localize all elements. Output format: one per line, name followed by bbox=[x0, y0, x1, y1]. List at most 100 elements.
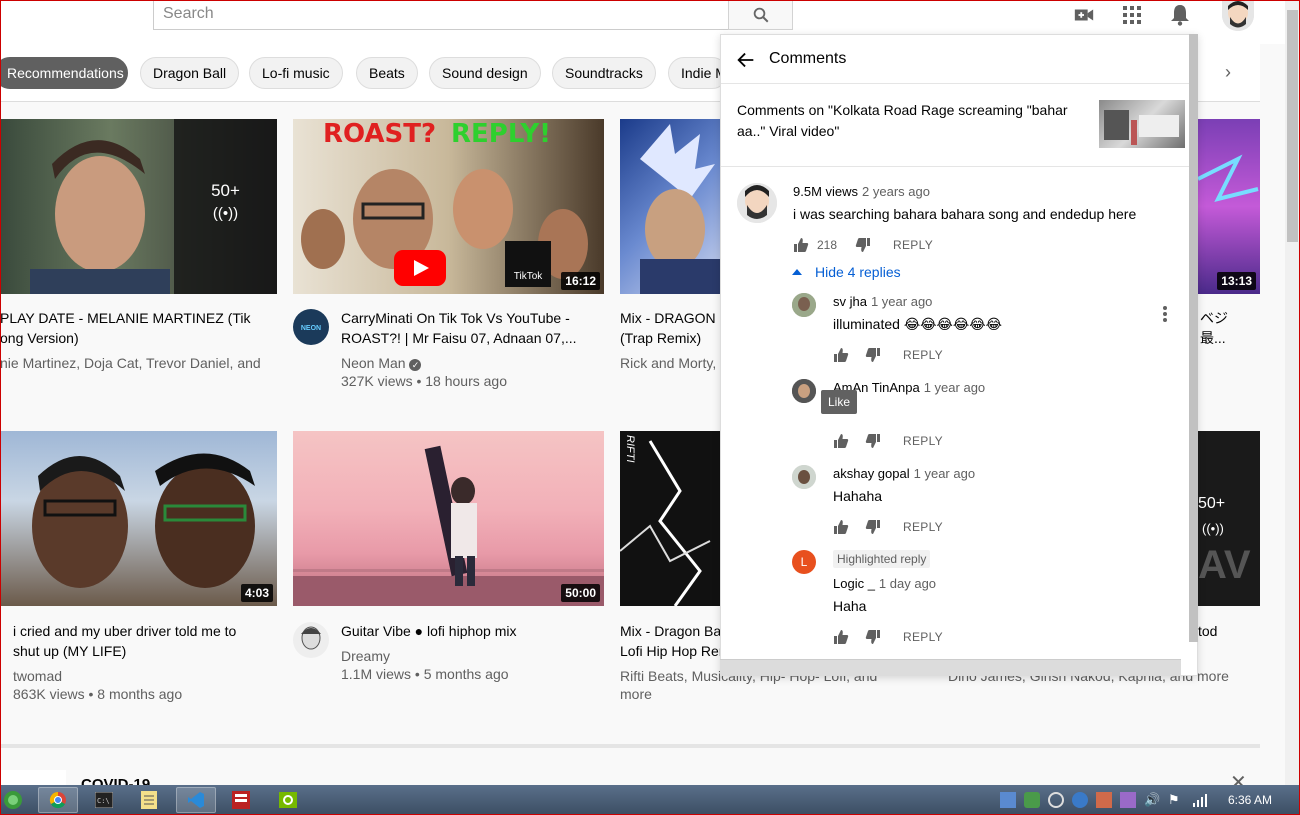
taskbar-notepad-icon[interactable] bbox=[129, 787, 169, 813]
account-avatar[interactable] bbox=[1222, 0, 1254, 31]
video-thumbnail[interactable]: ROAST? REPLY! TikTok 16:12 bbox=[293, 119, 604, 294]
chip-recommendations[interactable]: Recommendations bbox=[0, 57, 128, 89]
thumbs-down-icon[interactable] bbox=[865, 519, 881, 535]
action-center-flag-icon[interactable]: ⚑ bbox=[1168, 792, 1184, 808]
thumbnail-text-roast: ROAST? bbox=[323, 119, 437, 149]
search-button[interactable] bbox=[728, 0, 793, 30]
page-scrollbar[interactable] bbox=[1285, 0, 1300, 785]
volume-icon[interactable]: 🔊 bbox=[1144, 792, 1160, 808]
reply-time[interactable]: 1 year ago bbox=[924, 380, 985, 395]
reply-button[interactable]: REPLY bbox=[903, 520, 943, 534]
video-title[interactable]: Mix - DRAGON B (Trap Remix) bbox=[620, 308, 720, 348]
taskbar-vscode-icon[interactable] bbox=[176, 787, 216, 813]
comments-horizontal-scrollbar[interactable] bbox=[720, 659, 1181, 676]
thumbs-down-icon[interactable] bbox=[855, 237, 871, 253]
reply-button[interactable]: REPLY bbox=[903, 348, 943, 362]
like-tooltip: Like bbox=[821, 390, 858, 414]
video-thumbnail[interactable]: 50+ ((•)) bbox=[0, 119, 277, 294]
thumbs-up-icon[interactable] bbox=[833, 433, 849, 449]
reply-author[interactable]: sv jha 1 year ago bbox=[833, 294, 932, 309]
reply-button[interactable]: REPLY bbox=[903, 434, 943, 448]
verified-check-icon: ✓ bbox=[409, 359, 422, 371]
taskbar-filezilla-icon[interactable] bbox=[221, 787, 261, 813]
video-channel[interactable]: Dreamy bbox=[341, 647, 390, 665]
reply-time[interactable]: 1 day ago bbox=[879, 576, 936, 591]
back-arrow-icon[interactable] bbox=[735, 49, 757, 71]
video-thumbnail[interactable] bbox=[620, 119, 722, 294]
thumbs-down-icon[interactable] bbox=[865, 433, 881, 449]
reply-time[interactable]: 1 year ago bbox=[871, 294, 932, 309]
chip-lofi-music[interactable]: Lo-fi music bbox=[249, 57, 343, 89]
thumbs-down-icon[interactable] bbox=[865, 347, 881, 363]
video-title[interactable]: CarryMinati On Tik Tok Vs YouTube - ROAST… bbox=[341, 308, 601, 348]
tray-tool-icon[interactable] bbox=[1096, 792, 1112, 808]
reply-button[interactable]: REPLY bbox=[903, 630, 943, 644]
taskbar-cmd-icon[interactable]: C:\ bbox=[84, 787, 124, 813]
chips-next-chevron-icon[interactable]: › bbox=[1216, 60, 1240, 84]
video-channel[interactable]: twomad bbox=[13, 667, 62, 685]
channel-avatar[interactable]: NEON MAN bbox=[293, 309, 329, 345]
taskbar-chrome-icon[interactable] bbox=[38, 787, 78, 813]
reply-author-avatar[interactable] bbox=[792, 293, 816, 317]
video-channel[interactable]: nie Martinez, Doja Cat, Trevor Daniel, a… bbox=[0, 354, 270, 372]
comments-scrollbar[interactable] bbox=[1189, 34, 1198, 642]
more-options-icon[interactable] bbox=[1158, 304, 1172, 324]
search-input[interactable]: Search bbox=[153, 0, 729, 30]
notifications-bell-icon[interactable] bbox=[1168, 3, 1192, 27]
chip-beats[interactable]: Beats bbox=[356, 57, 418, 89]
chip-indie-music[interactable]: Indie M bbox=[668, 57, 728, 89]
video-thumbnail[interactable]: RIFTI bbox=[620, 431, 722, 606]
create-video-icon[interactable] bbox=[1072, 3, 1096, 27]
video-thumbnail[interactable]: 13:13 bbox=[1198, 119, 1260, 294]
comments-context-text[interactable]: Comments on "Kolkata Road Rage screaming… bbox=[737, 100, 1077, 142]
video-title[interactable]: Guitar Vibe ● lofi hiphop mix bbox=[341, 621, 517, 641]
highlighted-reply-badge: Highlighted reply bbox=[833, 550, 931, 568]
comment-author[interactable]: 9.5M views 2 years ago bbox=[793, 184, 930, 199]
thumbs-up-icon[interactable] bbox=[833, 519, 849, 535]
video-title[interactable]: PLAY DATE - MELANIE MARTINEZ (Tik ong Ver… bbox=[0, 308, 270, 348]
reply-author[interactable]: akshay gopal 1 year ago bbox=[833, 466, 975, 481]
video-title[interactable]: ベジ 最... bbox=[1200, 308, 1240, 348]
channel-avatar[interactable] bbox=[293, 622, 329, 658]
reply-author-avatar[interactable] bbox=[792, 379, 816, 403]
chip-dragon-ball[interactable]: Dragon Ball bbox=[140, 57, 240, 89]
reply-time[interactable]: 1 year ago bbox=[914, 466, 975, 481]
context-video-thumbnail[interactable] bbox=[1099, 100, 1185, 148]
hide-replies-button[interactable]: Hide 4 replies bbox=[792, 264, 901, 280]
video-title[interactable]: tod bbox=[1198, 621, 1217, 641]
reply-button[interactable]: REPLY bbox=[893, 238, 933, 252]
video-thumbnail[interactable]: 4:03 bbox=[0, 431, 277, 606]
video-thumbnail[interactable]: 50:00 bbox=[293, 431, 604, 606]
video-channel[interactable]: Rick and Morty, bbox=[620, 354, 720, 372]
svg-text:C:\: C:\ bbox=[97, 797, 110, 805]
thumbs-up-icon[interactable] bbox=[833, 347, 849, 363]
chip-sound-design[interactable]: Sound design bbox=[429, 57, 541, 89]
reply-author[interactable]: Logic _ 1 day ago bbox=[833, 576, 936, 591]
video-title[interactable]: i cried and my uber driver told me to shu… bbox=[13, 621, 273, 661]
tray-shield-icon[interactable] bbox=[1024, 792, 1040, 808]
reply-author-avatar[interactable]: L bbox=[792, 550, 816, 574]
page-scrollbar-thumb[interactable] bbox=[1287, 10, 1298, 242]
chip-soundtracks[interactable]: Soundtracks bbox=[552, 57, 656, 89]
tray-sync-icon[interactable] bbox=[1048, 792, 1064, 808]
start-button[interactable] bbox=[0, 787, 26, 813]
video-channel[interactable]: Neon Man ✓ bbox=[341, 354, 422, 372]
thumbs-up-icon[interactable] bbox=[833, 629, 849, 645]
tray-settings-icon[interactable] bbox=[1120, 792, 1136, 808]
tray-cloud-icon[interactable] bbox=[1072, 792, 1088, 808]
video-title[interactable]: Mix - Dragon Ba Lofi Hip Hop Ren bbox=[620, 621, 720, 661]
taskbar-clock[interactable]: 6:36 AM bbox=[1228, 793, 1272, 807]
video-duration: 16:12 bbox=[561, 272, 600, 290]
apps-grid-icon[interactable] bbox=[1120, 3, 1144, 27]
video-channel-more: more bbox=[620, 686, 652, 702]
video-thumbnail[interactable]: 50+ ((•)) AV bbox=[1198, 431, 1260, 606]
comment-author-avatar[interactable] bbox=[737, 183, 777, 223]
thumbs-down-icon[interactable] bbox=[865, 629, 881, 645]
reply-author-avatar[interactable] bbox=[792, 465, 816, 489]
taskbar-nvidia-icon[interactable] bbox=[268, 787, 308, 813]
tray-app-icon[interactable] bbox=[1000, 792, 1016, 808]
windows-taskbar: C:\ 🔊 ⚑ 6:36 AM bbox=[0, 785, 1300, 815]
comment-time[interactable]: 2 years ago bbox=[862, 184, 930, 199]
network-signal-icon[interactable] bbox=[1192, 792, 1208, 808]
thumbs-up-icon[interactable] bbox=[793, 237, 809, 253]
